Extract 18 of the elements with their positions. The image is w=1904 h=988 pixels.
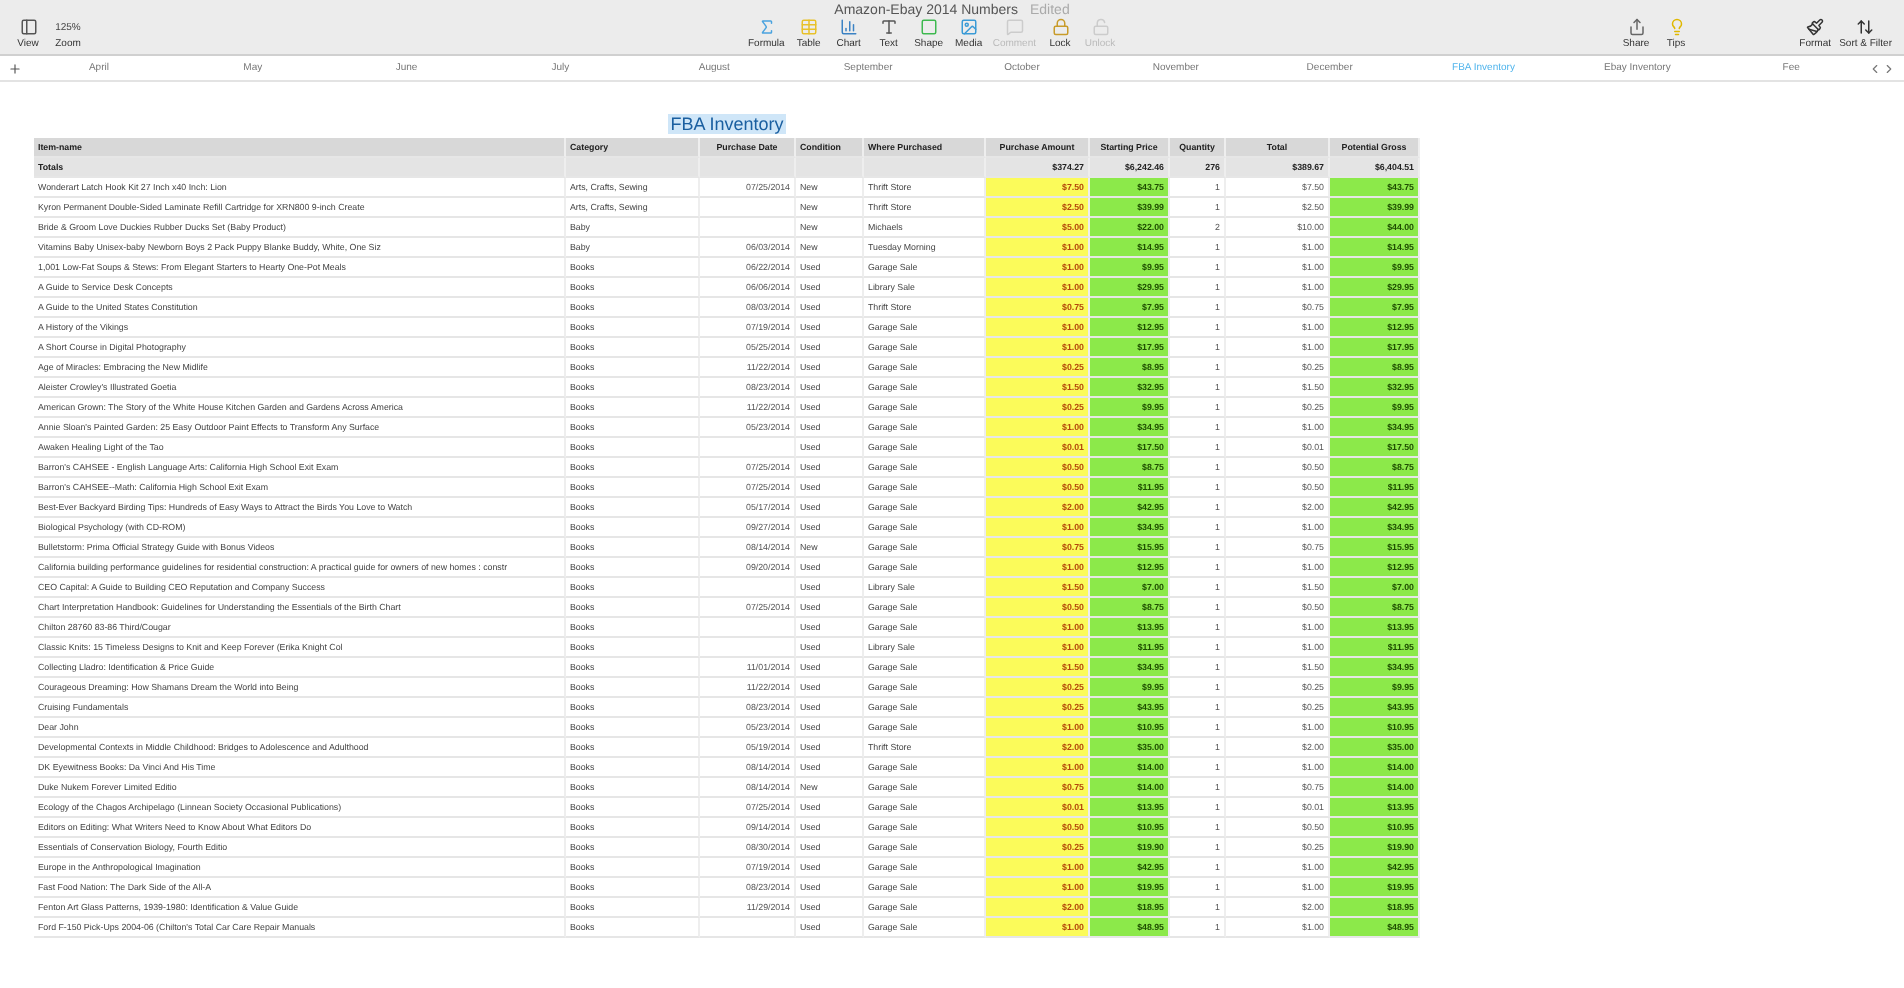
table-title: FBA Inventory <box>668 114 786 134</box>
lock-icon <box>1051 18 1070 36</box>
speech-bubble-icon <box>1005 18 1024 36</box>
scroll-left-icon[interactable] <box>1868 61 1883 75</box>
brush-icon <box>1806 18 1825 36</box>
sigma-icon <box>757 18 776 36</box>
lightbulb-icon <box>1667 18 1685 36</box>
image-icon <box>959 18 978 36</box>
table-icon <box>799 18 818 36</box>
unlock-icon <box>1091 18 1110 36</box>
share-icon <box>1627 18 1645 36</box>
bar-chart-icon <box>839 18 858 36</box>
square-icon <box>919 18 938 36</box>
sort-arrows-icon <box>1856 18 1875 36</box>
sidebar-icon <box>19 18 37 36</box>
scroll-right-icon[interactable] <box>1882 61 1897 75</box>
add-sheet-icon[interactable] <box>8 61 22 75</box>
text-icon <box>879 18 898 36</box>
